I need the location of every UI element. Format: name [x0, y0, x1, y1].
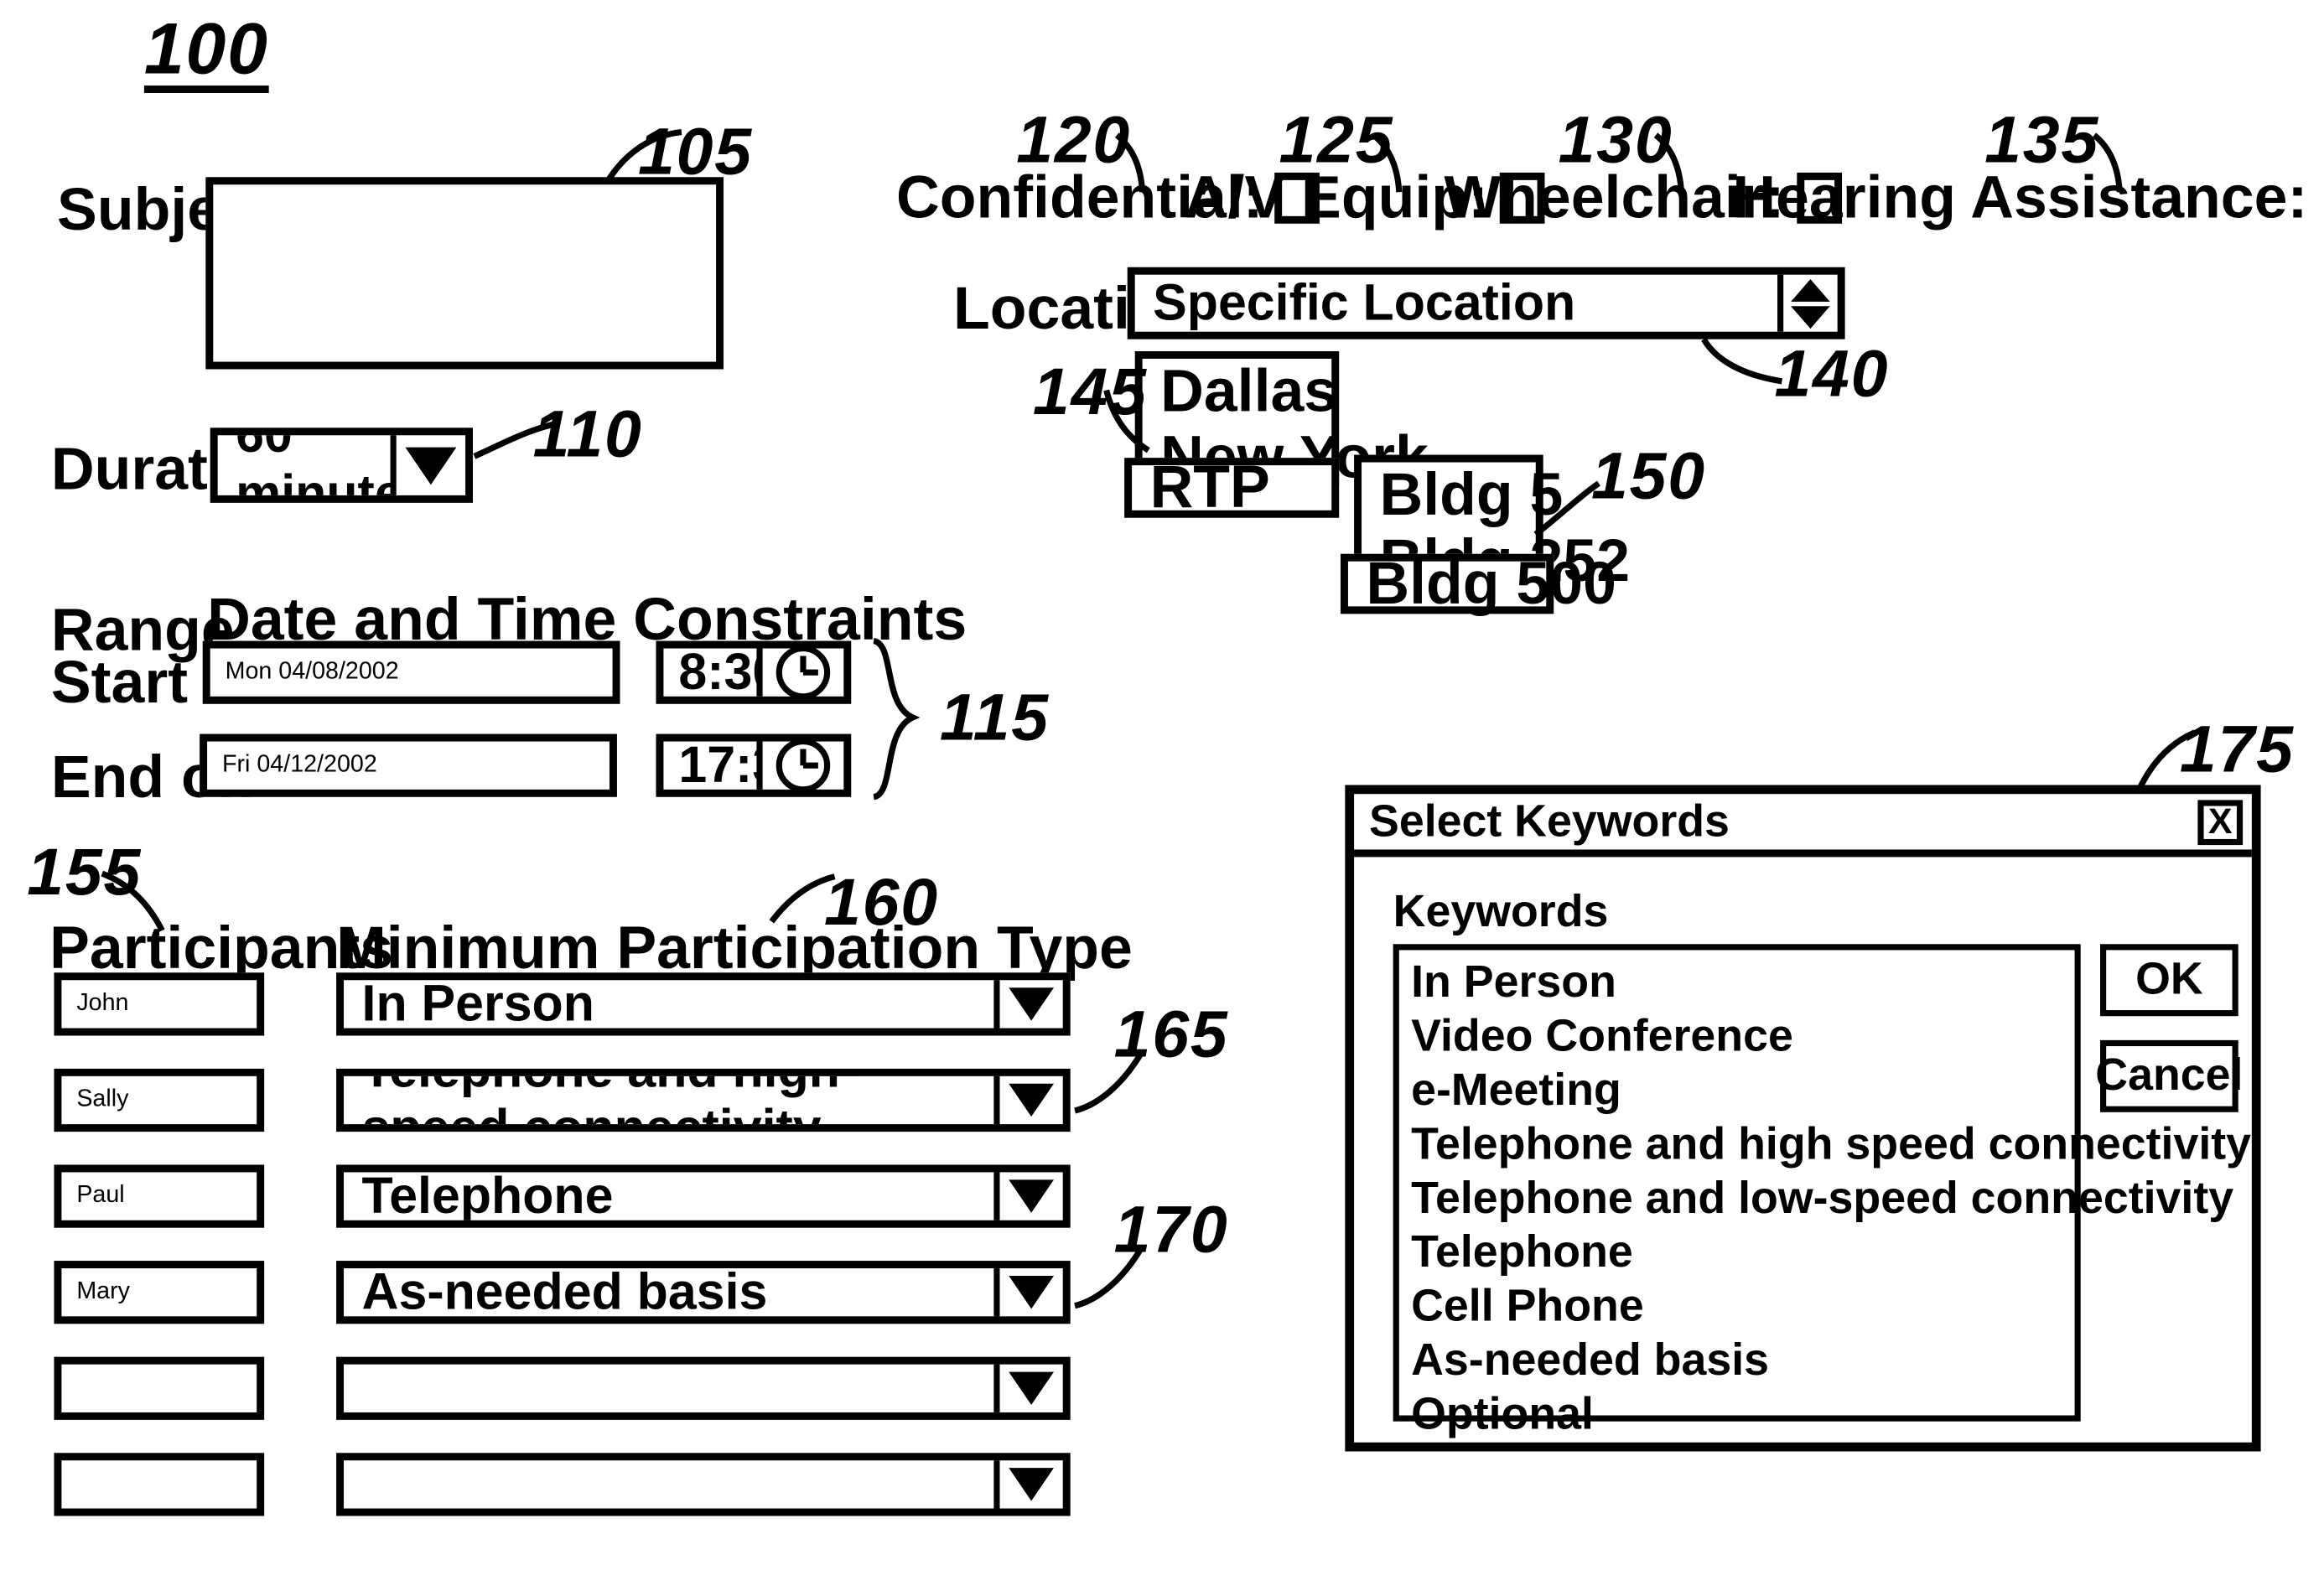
participant-name-input-6[interactable] [54, 1453, 265, 1516]
keyword-item-3[interactable]: Telephone and high speed connectivity [1411, 1118, 2251, 1172]
chevron-down-icon [1009, 1275, 1054, 1309]
participation-type-arrow-3[interactable] [993, 1172, 1062, 1220]
keyword-item-1[interactable]: Video Conference [1411, 1010, 2074, 1064]
participation-type-arrow-1[interactable] [993, 980, 1062, 1029]
keywords-list-label: Keywords [1393, 887, 1609, 937]
reference-165: 165 [1113, 998, 1229, 1072]
participation-type-combo-5[interactable] [336, 1356, 1071, 1420]
participation-type-value-4: As-needed basis [361, 1268, 768, 1317]
keyword-item-0[interactable]: In Person [1411, 956, 2074, 1010]
keywords-listbox[interactable]: In Person Video Conference e-Meeting Tel… [1393, 944, 2251, 1437]
end-time-value: 17:30 [678, 741, 756, 790]
duration-value: 60 minutes [236, 435, 390, 495]
keyword-item-7[interactable]: As-needed basis [1411, 1334, 2074, 1388]
chevron-down-icon [1009, 1179, 1054, 1213]
reference-125: 125 [1279, 103, 1394, 178]
dialog-body: Keywords In Person Video Conference e-Me… [1354, 857, 2252, 1437]
participant-name-input-5[interactable] [54, 1356, 265, 1420]
reference-130: 130 [1558, 103, 1673, 178]
participation-type-arrow-5[interactable] [993, 1364, 1062, 1412]
duration-combo[interactable]: 60 minutes [210, 428, 474, 503]
duration-dropdown-arrow[interactable] [390, 435, 466, 495]
keyword-item-5[interactable]: Telephone [1411, 1226, 2074, 1280]
brace-115 [872, 638, 921, 801]
participant-name-input-3[interactable]: Paul [54, 1164, 265, 1228]
triangle-down-icon[interactable] [1791, 305, 1830, 329]
participation-type-arrow-4[interactable] [993, 1268, 1062, 1317]
chevron-down-icon [1009, 987, 1054, 1021]
keyword-item-6[interactable]: Cell Phone [1411, 1280, 2074, 1334]
cancel-button[interactable]: Cancel [2095, 1039, 2243, 1112]
reference-115: 115 [939, 681, 1050, 755]
reference-110: 110 [532, 397, 643, 472]
start-time-field[interactable]: 8:30 [656, 640, 852, 704]
start-time-value: 8:30 [678, 648, 756, 697]
city-list-item-dallas[interactable]: Dallas [1143, 359, 1337, 428]
subject-input[interactable] [205, 177, 724, 370]
select-keywords-dialog: Select Keywords X Keywords In Person Vid… [1345, 785, 2261, 1452]
triangle-up-icon[interactable] [1791, 278, 1830, 302]
participant-name-input-2[interactable]: Sally [54, 1068, 265, 1132]
reference-120: 120 [1016, 103, 1132, 178]
chevron-down-icon [1009, 1083, 1054, 1117]
participation-type-arrow-2[interactable] [993, 1075, 1062, 1125]
participant-name-input-4[interactable]: Mary [54, 1261, 265, 1324]
clock-icon [776, 738, 831, 793]
ok-button[interactable]: OK [2100, 944, 2238, 1017]
dialog-title-text: Select Keywords [1368, 796, 1730, 846]
chevron-down-icon [1009, 1371, 1054, 1405]
participation-type-arrow-6[interactable] [993, 1460, 1062, 1509]
chevron-down-icon [405, 446, 457, 485]
reference-150: 150 [1591, 439, 1706, 514]
building-list-item-bldg5[interactable]: Bldg 5 [1362, 462, 1564, 531]
reference-140: 140 [1774, 337, 1890, 412]
end-time-field[interactable]: 17:30 [656, 733, 852, 797]
participation-type-column-header: Minimum Participation Type [336, 915, 1133, 982]
close-icon[interactable]: X [2197, 799, 2244, 845]
end-time-clock-button[interactable] [756, 738, 843, 793]
keyword-item-8[interactable]: Optional [1411, 1388, 2074, 1442]
participation-type-value-6 [344, 1460, 993, 1508]
clock-icon [776, 645, 831, 700]
location-value: Specific Location [1153, 274, 1576, 331]
dialog-title-bar: Select Keywords X [1354, 794, 2252, 858]
reference-135: 135 [1984, 103, 2099, 178]
building-list-item-bldg500-selected[interactable]: Bldg 500 [1340, 553, 1616, 614]
participation-type-value-3: Telephone [361, 1172, 614, 1220]
reference-170: 170 [1113, 1193, 1229, 1267]
reference-145: 145 [1032, 355, 1148, 430]
location-spinner[interactable] [1777, 274, 1838, 332]
keyword-item-4[interactable]: Telephone and low-speed connectivity [1411, 1172, 2233, 1226]
keyword-item-2[interactable]: e-Meeting [1411, 1065, 2074, 1118]
patent-figure: 100 Subject: 105 Duration: 60 minutes 11… [0, 0, 2312, 1591]
participation-type-value-1: In Person [361, 980, 594, 1029]
participation-type-combo-6[interactable] [336, 1453, 1071, 1516]
reference-175: 175 [2179, 713, 2295, 787]
city-list-item-rtp-selected[interactable]: RTP [1124, 458, 1340, 518]
participation-type-value-5 [344, 1365, 993, 1412]
participation-type-combo-4[interactable]: As-needed basis [336, 1261, 1071, 1324]
participation-type-combo-3[interactable]: Telephone [336, 1164, 1071, 1228]
figure-reference-100: 100 [143, 10, 269, 91]
reference-105: 105 [637, 115, 753, 189]
reference-160: 160 [824, 866, 939, 940]
chevron-down-icon [1009, 1468, 1054, 1501]
start-date-input[interactable]: Mon 04/08/2002 [202, 640, 620, 704]
participation-type-combo-2[interactable]: Telephone and high-speed connectivity [336, 1068, 1071, 1132]
location-combo[interactable]: Specific Location [1127, 267, 1845, 339]
end-date-input[interactable]: Fri 04/12/2002 [200, 733, 617, 797]
participation-type-value-2: Telephone and high-speed connectivity [344, 1076, 993, 1124]
participation-type-combo-1[interactable]: In Person [336, 972, 1071, 1036]
participant-name-input-1[interactable]: John [54, 972, 265, 1036]
start-time-clock-button[interactable] [756, 645, 843, 700]
